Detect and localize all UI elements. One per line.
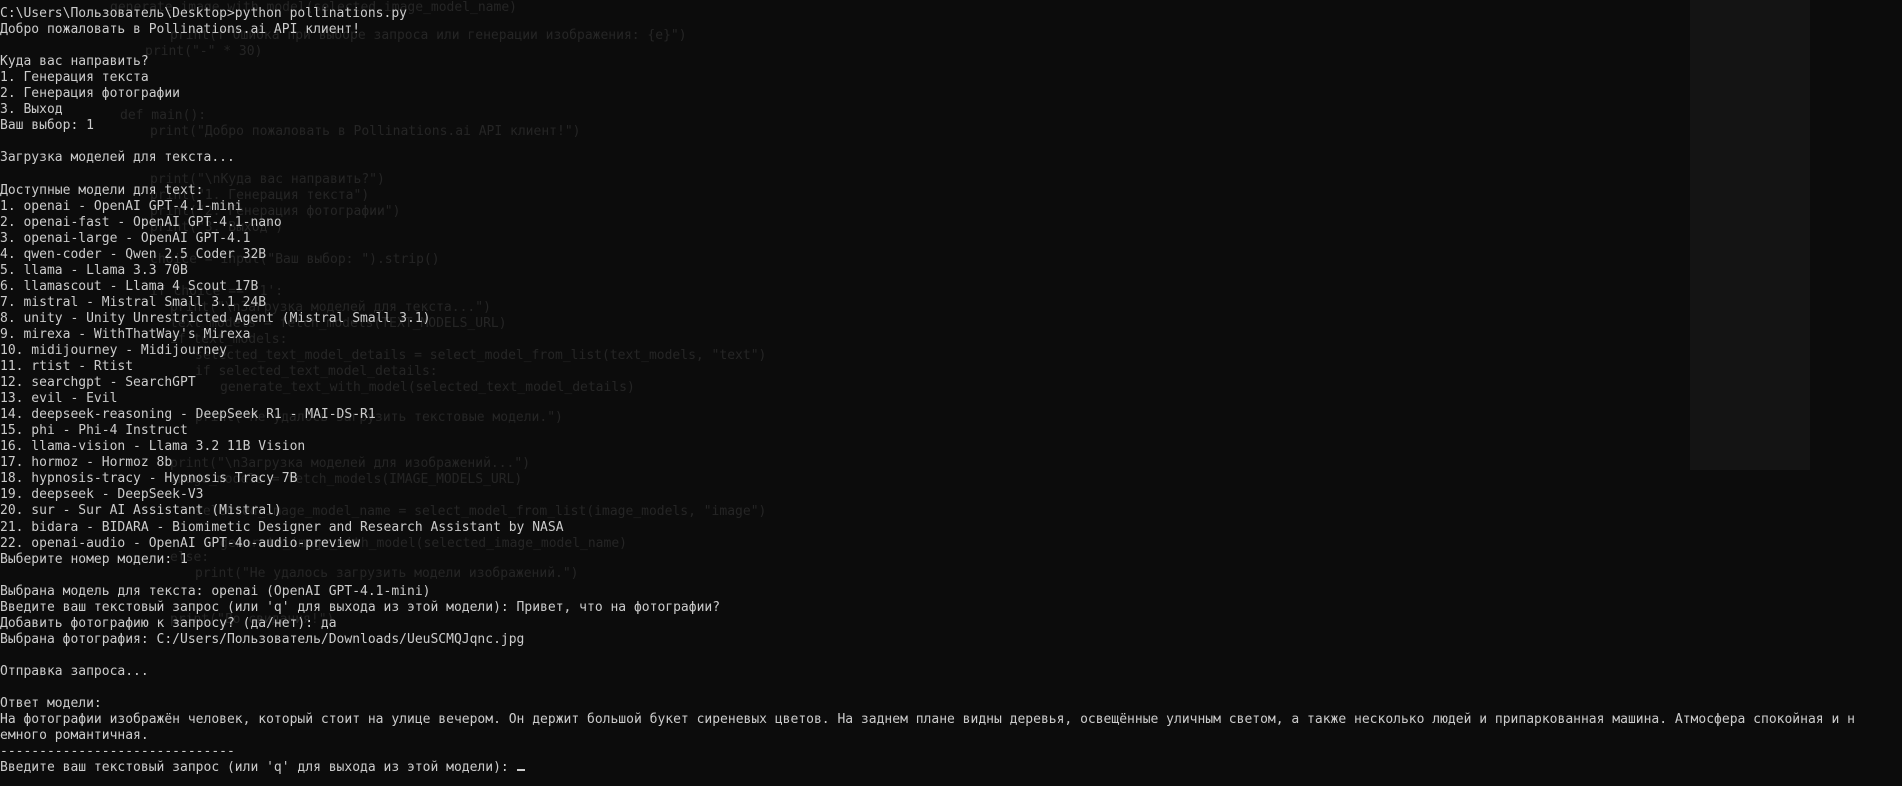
terminal-line: емного романтичная. xyxy=(0,728,149,744)
terminal-window[interactable]: generate_image_with_model(selected_image… xyxy=(0,0,1902,786)
terminal-line: ------------------------------ xyxy=(0,744,235,760)
terminal-line: 9. mirexa - WithThatWay's Mirexa xyxy=(0,326,251,342)
terminal-line: Выбрана фотография: C:/Users/Пользовател… xyxy=(0,631,525,647)
terminal-line: Доступные модели для text: xyxy=(0,182,204,198)
terminal-line: 1. Генерация текста xyxy=(0,70,149,86)
terminal-line: 21. bidara - BIDARA - Biomimetic Designe… xyxy=(0,519,564,535)
terminal-line: 20. sur - Sur AI Assistant (Mistral) xyxy=(0,503,282,519)
terminal-line: 22. openai-audio - OpenAI GPT-4o-audio-p… xyxy=(0,535,361,551)
terminal-line: 15. phi - Phi-4 Instruct xyxy=(0,423,188,439)
terminal-line: 2. openai-fast - OpenAI GPT-4.1-nano xyxy=(0,214,282,230)
terminal-line: 10. midijourney - Midijourney xyxy=(0,342,227,358)
terminal-line: 4. qwen-coder - Qwen 2.5 Coder 32B xyxy=(0,246,267,262)
terminal-line: Выбрана модель для текста: openai (OpenA… xyxy=(0,583,431,599)
terminal-line: 6. llamascout - Llama 4 Scout 17B xyxy=(0,278,259,294)
terminal-line: Загрузка моделей для текста... xyxy=(0,150,235,166)
terminal-line: 3. Выход xyxy=(0,102,63,118)
terminal-line: Куда вас направить? xyxy=(0,54,149,70)
terminal-line: 13. evil - Evil xyxy=(0,391,118,407)
terminal-line: 19. deepseek - DeepSeek-V3 xyxy=(0,487,204,503)
terminal-line: 16. llama-vision - Llama 3.2 11B Vision xyxy=(0,439,306,455)
text-cursor xyxy=(516,769,525,772)
terminal-line: Выберите номер модели: 1 xyxy=(0,551,188,567)
terminal-output: C:\Users\Пользователь\Desktop>python pol… xyxy=(0,6,1855,776)
terminal-line: Добавить фотографию к запросу? (да/нет):… xyxy=(0,615,337,631)
terminal-line: Ваш выбор: 1 xyxy=(0,118,94,134)
terminal-line: 2. Генерация фотографии xyxy=(0,86,181,102)
terminal-line: 1. openai - OpenAI GPT-4.1-mini xyxy=(0,198,243,214)
terminal-line: 14. deepseek-reasoning - DeepSeek R1 - M… xyxy=(0,407,376,423)
terminal-line: 8. unity - Unity Unrestricted Agent (Mis… xyxy=(0,310,431,326)
terminal-line: 12. searchgpt - SearchGPT xyxy=(0,375,196,391)
terminal-line: 17. hormoz - Hormoz 8b xyxy=(0,455,173,471)
terminal-line: Введите ваш текстовый запрос (или 'q' дл… xyxy=(0,599,721,615)
terminal-line: 11. rtist - Rtist xyxy=(0,359,134,375)
terminal-line: C:\Users\Пользователь\Desktop>python pol… xyxy=(0,6,407,21)
terminal-line: 3. openai-large - OpenAI GPT-4.1 xyxy=(0,230,251,246)
terminal-prompt: Введите ваш текстовый запрос (или 'q' дл… xyxy=(0,760,517,776)
terminal-prompt-line[interactable]: Введите ваш текстовый запрос (или 'q' дл… xyxy=(0,760,1855,776)
terminal-line: 18. hypnosis-tracy - Hypnosis Tracy 7B xyxy=(0,471,298,487)
terminal-line: 5. llama - Llama 3.3 70B xyxy=(0,262,188,278)
terminal-line: Ответ модели: xyxy=(0,696,102,712)
terminal-line: Добро пожаловать в Pollinations.ai API к… xyxy=(0,22,361,38)
terminal-line: 7. mistral - Mistral Small 3.1 24B xyxy=(0,294,267,310)
terminal-line: На фотографии изображён человек, который… xyxy=(0,712,1855,728)
terminal-line: Отправка запроса... xyxy=(0,663,149,679)
